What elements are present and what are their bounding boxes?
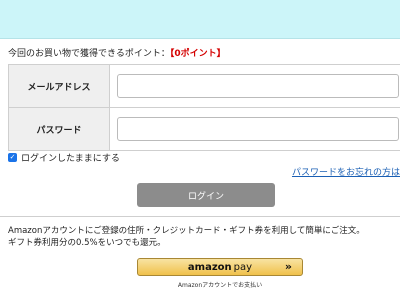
amazon-description-line2: ギフト券利用分の0.5%をいつでも還元。: [8, 238, 166, 248]
remember-checkbox[interactable]: ✓: [8, 153, 17, 162]
points-label: 今回のお買い物で獲得できるポイント：: [8, 49, 170, 59]
amazon-logo-text: amazon: [187, 261, 232, 273]
amazon-pay-button[interactable]: amazon pay »: [137, 258, 303, 276]
password-input[interactable]: [117, 117, 399, 141]
forgot-password-link[interactable]: パスワードをお忘れの方は: [292, 165, 400, 178]
password-row: パスワード: [8, 108, 400, 151]
remember-me[interactable]: ✓ ログインしたままにする: [8, 151, 120, 164]
header-band: [0, 0, 400, 39]
email-label: メールアドレス: [8, 65, 110, 107]
login-form: メールアドレス パスワード: [8, 64, 400, 151]
double-chevron-right-icon: »: [284, 260, 292, 273]
points-value: 【0ポイント】: [169, 49, 226, 59]
password-label: パスワード: [8, 108, 110, 150]
checkmark-icon: ✓: [9, 153, 16, 161]
login-button[interactable]: ログイン: [137, 183, 275, 207]
password-cell: [110, 108, 400, 150]
points-info: 今回のお買い物で獲得できるポイント：【0ポイント】: [8, 46, 226, 59]
amazon-description: Amazonアカウントにご登録の住所・クレジットカード・ギフト券を利用して簡単に…: [8, 225, 365, 249]
amazon-description-line1: Amazonアカウントにご登録の住所・クレジットカード・ギフト券を利用して簡単に…: [8, 226, 365, 236]
amazon-pay-logo: amazon pay: [188, 262, 252, 273]
amazon-pay-caption: Amazonアカウントでお支払い: [177, 282, 263, 289]
email-row: メールアドレス: [8, 65, 400, 108]
section-divider: [0, 216, 400, 217]
email-cell: [110, 65, 400, 107]
amazon-logo-pay: pay: [233, 261, 253, 273]
email-input[interactable]: [117, 74, 399, 98]
remember-label: ログインしたままにする: [21, 154, 120, 164]
